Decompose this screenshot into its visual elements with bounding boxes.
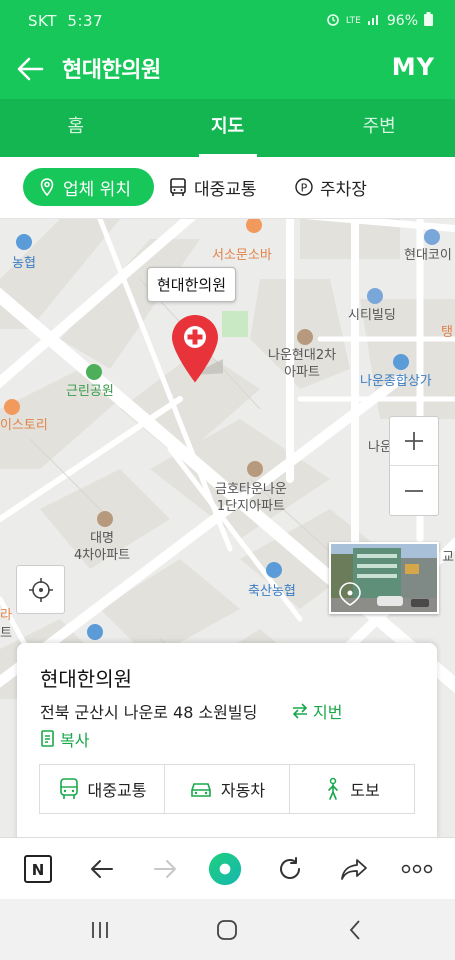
recent-apps-icon[interactable] bbox=[85, 917, 115, 943]
apartment-icon[interactable] bbox=[297, 329, 313, 345]
park-icon[interactable] bbox=[86, 364, 102, 380]
location-pin-icon bbox=[37, 177, 57, 197]
browser-toolbar: N bbox=[0, 837, 455, 899]
refresh-icon[interactable] bbox=[273, 852, 307, 886]
car-icon bbox=[191, 783, 211, 797]
car-directions-label: 자동차 bbox=[220, 781, 266, 800]
status-carrier: SKT 5:37 bbox=[28, 12, 104, 30]
restaurant-icon[interactable] bbox=[4, 399, 20, 415]
browser-forward-icon[interactable] bbox=[148, 852, 182, 886]
alarm-icon bbox=[326, 12, 340, 30]
zoom-out-button[interactable] bbox=[390, 466, 438, 515]
home-button-icon[interactable] bbox=[212, 917, 242, 943]
map-label-gyo[interactable]: 교 bbox=[442, 549, 454, 566]
lte-icon: LTE bbox=[345, 16, 361, 26]
shopping-icon[interactable] bbox=[393, 354, 409, 370]
app-header: 현대한의원 MY bbox=[0, 39, 455, 99]
tab-map[interactable]: 지도 bbox=[152, 99, 304, 157]
map-label-nonghyup[interactable]: 농협 bbox=[12, 255, 36, 272]
place-name-tag[interactable]: 현대한의원 bbox=[147, 267, 237, 302]
map-label-left-teu[interactable]: 트 bbox=[0, 625, 12, 642]
copy-label: 복사 bbox=[60, 731, 90, 750]
street-view-thumbnail[interactable] bbox=[329, 542, 439, 614]
parking-chip[interactable]: P 주차장 bbox=[294, 168, 367, 206]
system-nav-bar bbox=[0, 899, 455, 960]
transit-directions-label: 대중교통 bbox=[87, 781, 147, 800]
walk-directions-label: 도보 bbox=[350, 781, 380, 800]
system-back-icon[interactable] bbox=[340, 917, 370, 943]
copy-icon bbox=[41, 730, 54, 747]
battery-percent: 96% bbox=[386, 13, 418, 29]
map-label-geumho[interactable]: 금호타운나운 1단지아파트 bbox=[215, 481, 287, 515]
parking-icon: P bbox=[294, 177, 314, 197]
map-filter-bar: 업체 위치 대중교통 P 주차장 bbox=[0, 157, 455, 219]
browser-back-icon[interactable] bbox=[85, 852, 119, 886]
bus-icon bbox=[59, 778, 78, 799]
transit-directions-button[interactable]: 대중교통 bbox=[40, 765, 165, 813]
crosshair-icon bbox=[28, 577, 53, 602]
map-label-naun-mall[interactable]: 나운종합상가 bbox=[360, 373, 432, 390]
map-label-left-ra[interactable]: 라 bbox=[0, 607, 12, 624]
transit-chip[interactable]: 대중교통 bbox=[168, 168, 257, 206]
street-view-pin-icon bbox=[339, 582, 361, 606]
map-label-daemyung[interactable]: 대명 4차아파트 bbox=[74, 530, 130, 564]
tab-bar: 홈 지도 주변 bbox=[0, 99, 455, 157]
place-info-card: 현대한의원 전북 군산시 나운로 48 소원빌딩 지번 복사 대중교통 자동차 … bbox=[17, 643, 437, 853]
lot-number-label: 지번 bbox=[313, 703, 343, 722]
transit-label: 대중교통 bbox=[194, 179, 257, 200]
bus-icon bbox=[168, 177, 188, 197]
status-bar: SKT 5:37 LTE 96% bbox=[0, 0, 455, 39]
tab-nearby[interactable]: 주변 bbox=[303, 99, 455, 157]
building-icon[interactable] bbox=[367, 288, 383, 304]
battery-icon bbox=[424, 12, 433, 30]
share-icon[interactable] bbox=[337, 852, 371, 886]
building-icon[interactable] bbox=[424, 229, 440, 245]
map-label-city-building[interactable]: 시티빌딩 bbox=[348, 307, 396, 324]
parking-label: 주차장 bbox=[320, 179, 367, 200]
place-name: 현대한의원 bbox=[40, 667, 132, 691]
bank-icon[interactable] bbox=[266, 562, 282, 578]
hospital-pin-icon[interactable] bbox=[167, 313, 227, 393]
signal-icon bbox=[367, 13, 381, 29]
swap-icon bbox=[292, 703, 308, 719]
tab-home[interactable]: 홈 bbox=[0, 99, 152, 157]
institution-icon[interactable] bbox=[87, 624, 103, 640]
place-address: 전북 군산시 나운로 48 소원빌딩 bbox=[40, 703, 258, 722]
map-label-seosomun[interactable]: 서소문소바 bbox=[212, 247, 272, 264]
more-icon[interactable] bbox=[400, 852, 434, 886]
map-label-tang[interactable]: 탱 bbox=[441, 324, 453, 341]
zoom-control bbox=[389, 416, 439, 516]
current-location-button[interactable] bbox=[16, 565, 65, 614]
naver-home-icon[interactable]: N bbox=[21, 852, 55, 886]
status-icons: LTE 96% bbox=[326, 12, 433, 30]
green-dot-icon[interactable] bbox=[208, 852, 242, 886]
bank-icon[interactable] bbox=[16, 234, 32, 250]
back-arrow-icon[interactable] bbox=[14, 53, 46, 85]
zoom-in-button[interactable] bbox=[390, 417, 438, 466]
business-location-label: 업체 위치 bbox=[63, 179, 131, 200]
svg-text:N: N bbox=[32, 861, 45, 879]
map-label-geunrin-park[interactable]: 근린공원 bbox=[66, 383, 114, 400]
lot-number-toggle[interactable]: 지번 bbox=[291, 699, 342, 723]
map-label-chuksan[interactable]: 축산농협 bbox=[248, 583, 296, 600]
directions-row: 대중교통 자동차 도보 bbox=[39, 764, 415, 814]
svg-text:P: P bbox=[301, 182, 308, 195]
apartment-icon[interactable] bbox=[247, 461, 263, 477]
business-location-chip[interactable]: 업체 위치 bbox=[23, 168, 154, 206]
car-directions-button[interactable]: 자동차 bbox=[165, 765, 290, 813]
map-label-hyundaicoin[interactable]: 현대코이 bbox=[404, 247, 452, 264]
walk-directions-button[interactable]: 도보 bbox=[290, 765, 414, 813]
map-label-story[interactable]: 이스토리 bbox=[0, 417, 48, 434]
my-button[interactable]: MY bbox=[392, 53, 435, 81]
map-label-naun-hyundai[interactable]: 나운현대2차 아파트 bbox=[268, 347, 336, 381]
walk-icon bbox=[328, 777, 339, 800]
apartment-icon[interactable] bbox=[97, 511, 113, 527]
copy-address-button[interactable]: 복사 bbox=[40, 727, 89, 751]
page-title: 현대한의원 bbox=[62, 58, 161, 83]
